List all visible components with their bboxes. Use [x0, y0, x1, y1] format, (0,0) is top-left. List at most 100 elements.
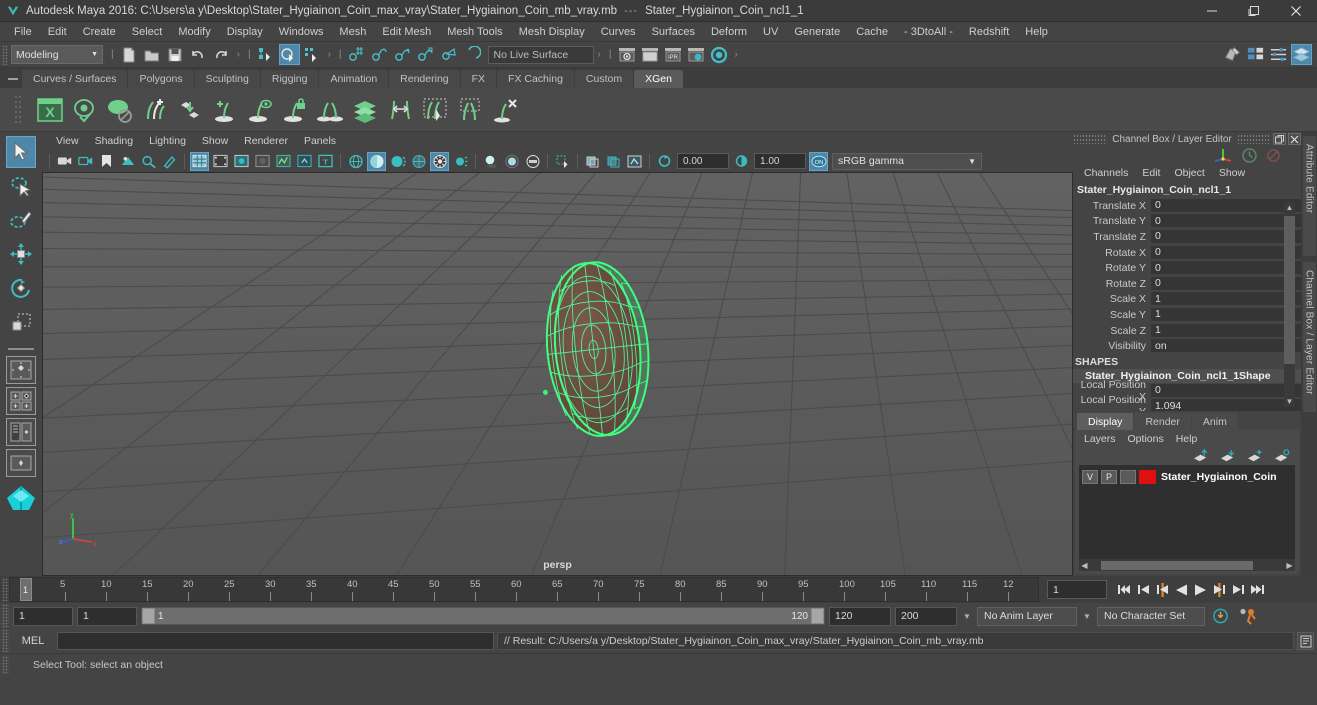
select-by-object-icon[interactable]	[278, 44, 300, 65]
layer-horizontal-scrollbar[interactable]: ◀ ▶	[1079, 559, 1295, 571]
xgen-guide-tools-icon[interactable]	[313, 93, 346, 126]
xgen-add-guide-icon[interactable]	[208, 93, 241, 126]
panel-undock-button[interactable]	[1273, 133, 1286, 145]
channel-box-menu-channels[interactable]: Channels	[1077, 166, 1135, 180]
layer-color-swatch[interactable]	[1139, 469, 1156, 484]
xgen-move-guides-icon[interactable]	[383, 93, 416, 126]
hypershade-layout-button[interactable]	[5, 484, 37, 515]
channel-value[interactable]: 0	[1151, 261, 1301, 276]
shelf-tab-rendering[interactable]: Rendering	[389, 70, 460, 88]
channel-box-menu-edit[interactable]: Edit	[1135, 166, 1167, 180]
menu-surfaces[interactable]: Surfaces	[644, 24, 703, 40]
no-entry-icon[interactable]	[1266, 148, 1281, 163]
step-forward-frame-icon[interactable]	[1211, 580, 1228, 600]
step-forward-keyframe-icon[interactable]	[1230, 580, 1247, 600]
layer-menu-options[interactable]: Options	[1122, 432, 1170, 446]
snap-to-point-icon[interactable]	[393, 44, 414, 65]
channel-value[interactable]: on	[1151, 339, 1301, 354]
xgen-select-guides-icon[interactable]	[418, 93, 451, 126]
command-language-label[interactable]: MEL	[12, 635, 54, 647]
menu-3dtoall[interactable]: - 3DtoAll -	[896, 24, 961, 40]
animation-preferences-icon[interactable]	[1235, 607, 1259, 626]
layer-list[interactable]: V P Stater_Hygiainon_Coin	[1079, 465, 1295, 559]
select-camera-icon[interactable]	[55, 152, 74, 171]
scroll-left-arrow-icon[interactable]: ◀	[1079, 561, 1090, 570]
snap-to-grid-icon[interactable]	[347, 44, 368, 65]
smooth-shade-lights-icon[interactable]	[388, 152, 407, 171]
render-current-frame-icon[interactable]	[616, 44, 637, 65]
redo-icon[interactable]	[211, 44, 232, 65]
xray-active-components-icon[interactable]	[604, 152, 623, 171]
wireframe-icon[interactable]	[346, 152, 365, 171]
four-view-layout-button[interactable]	[6, 387, 36, 415]
move-layer-up-icon[interactable]	[1193, 448, 1210, 464]
xgen-add-description-icon[interactable]	[138, 93, 171, 126]
channel-value[interactable]: 0	[1151, 383, 1301, 398]
shelf-handle-icon[interactable]	[4, 70, 22, 88]
shelf-tab-fx-caching[interactable]: FX Caching	[497, 70, 574, 88]
shadows-icon[interactable]	[481, 152, 500, 171]
menu-uv[interactable]: UV	[755, 24, 786, 40]
select-tool-button[interactable]	[6, 136, 36, 168]
time-clock-icon[interactable]	[1241, 147, 1258, 164]
render-settings-icon[interactable]: IPR	[662, 44, 683, 65]
layer-list-item[interactable]: V P Stater_Hygiainon_Coin	[1079, 468, 1295, 485]
camera-attributes-icon[interactable]	[76, 152, 95, 171]
channel-row[interactable]: Rotate Y 0	[1073, 260, 1301, 276]
menu-curves[interactable]: Curves	[593, 24, 644, 40]
channel-row[interactable]: Translate Y 0	[1073, 214, 1301, 230]
channel-value[interactable]: 1	[1151, 307, 1301, 322]
script-editor-icon[interactable]	[1297, 632, 1314, 650]
channel-row[interactable]: Rotate Z 0	[1073, 276, 1301, 292]
ipr-render-icon[interactable]	[639, 44, 660, 65]
play-backwards-icon[interactable]	[1173, 580, 1190, 600]
channel-row[interactable]: Translate Z 0	[1073, 229, 1301, 245]
channel-row[interactable]: Translate X 0	[1073, 198, 1301, 214]
viewport-menu-view[interactable]: View	[48, 134, 87, 148]
layer-tab-anim[interactable]: Anim	[1191, 413, 1238, 430]
save-scene-icon[interactable]	[165, 44, 186, 65]
select-by-hierarchy-icon[interactable]	[256, 44, 277, 65]
shelf-row-gripper[interactable]	[4, 89, 32, 131]
xgen-guide-visibility-icon[interactable]	[243, 93, 276, 126]
layer-tab-display[interactable]: Display	[1077, 413, 1134, 430]
xgen-mask-tool-icon[interactable]	[453, 93, 486, 126]
rotate-tool-button[interactable]	[6, 272, 36, 304]
menu-generate[interactable]: Generate	[786, 24, 848, 40]
menu-cache[interactable]: Cache	[848, 24, 896, 40]
scale-tool-button[interactable]	[6, 306, 36, 338]
menu-set-dropdown[interactable]: Modeling ▼	[11, 45, 103, 64]
layer-visibility-toggle[interactable]: V	[1082, 469, 1098, 484]
channel-row[interactable]: Scale Y 1	[1073, 307, 1301, 323]
xray-joints-icon[interactable]	[295, 152, 314, 171]
menu-mesh-display[interactable]: Mesh Display	[511, 24, 593, 40]
playback-end-time-field[interactable]: 120	[829, 606, 891, 626]
gate-mask-icon[interactable]	[253, 152, 272, 171]
screen-space-ao-icon[interactable]	[502, 152, 521, 171]
show-hide-modeling-toolkit-icon[interactable]	[1222, 44, 1243, 65]
channel-value[interactable]: 0	[1151, 214, 1301, 229]
current-frame-field[interactable]: 1	[1047, 580, 1107, 599]
step-back-frame-icon[interactable]	[1154, 580, 1171, 600]
channel-row[interactable]: Visibility on	[1073, 338, 1301, 354]
time-slider[interactable]: 1 5 10 15 20 25 30 35 40 45 50 55 60 65 70 75 80 85 90 95 1…	[9, 577, 1039, 602]
gamma-icon[interactable]	[732, 152, 751, 171]
new-scene-icon[interactable]	[119, 44, 140, 65]
layer-scroll-thumb[interactable]	[1101, 560, 1253, 570]
shelf-tab-custom[interactable]: Custom	[574, 70, 634, 88]
channel-value[interactable]: 1.094	[1151, 399, 1301, 411]
shaded-wireframe-icon[interactable]	[409, 152, 428, 171]
undo-icon[interactable]	[188, 44, 209, 65]
shelf-tab-polygons[interactable]: Polygons	[128, 70, 194, 88]
range-slider-right-handle[interactable]	[811, 608, 824, 624]
channel-box-scrollbar[interactable]: ▲ ▼	[1284, 202, 1295, 407]
command-line-gripper[interactable]	[2, 629, 9, 653]
shelf-tab-curves-surfaces[interactable]: Curves / Surfaces	[22, 70, 128, 88]
scrollbar-thumb[interactable]	[1284, 216, 1295, 364]
exposure-icon[interactable]	[655, 152, 674, 171]
resolution-gate-icon[interactable]	[232, 152, 251, 171]
two-d-pan-zoom-icon[interactable]	[139, 152, 158, 171]
manipulator-axis-icon[interactable]	[1213, 147, 1233, 164]
menu-deform[interactable]: Deform	[703, 24, 755, 40]
current-time-indicator[interactable]: 1	[20, 578, 32, 601]
